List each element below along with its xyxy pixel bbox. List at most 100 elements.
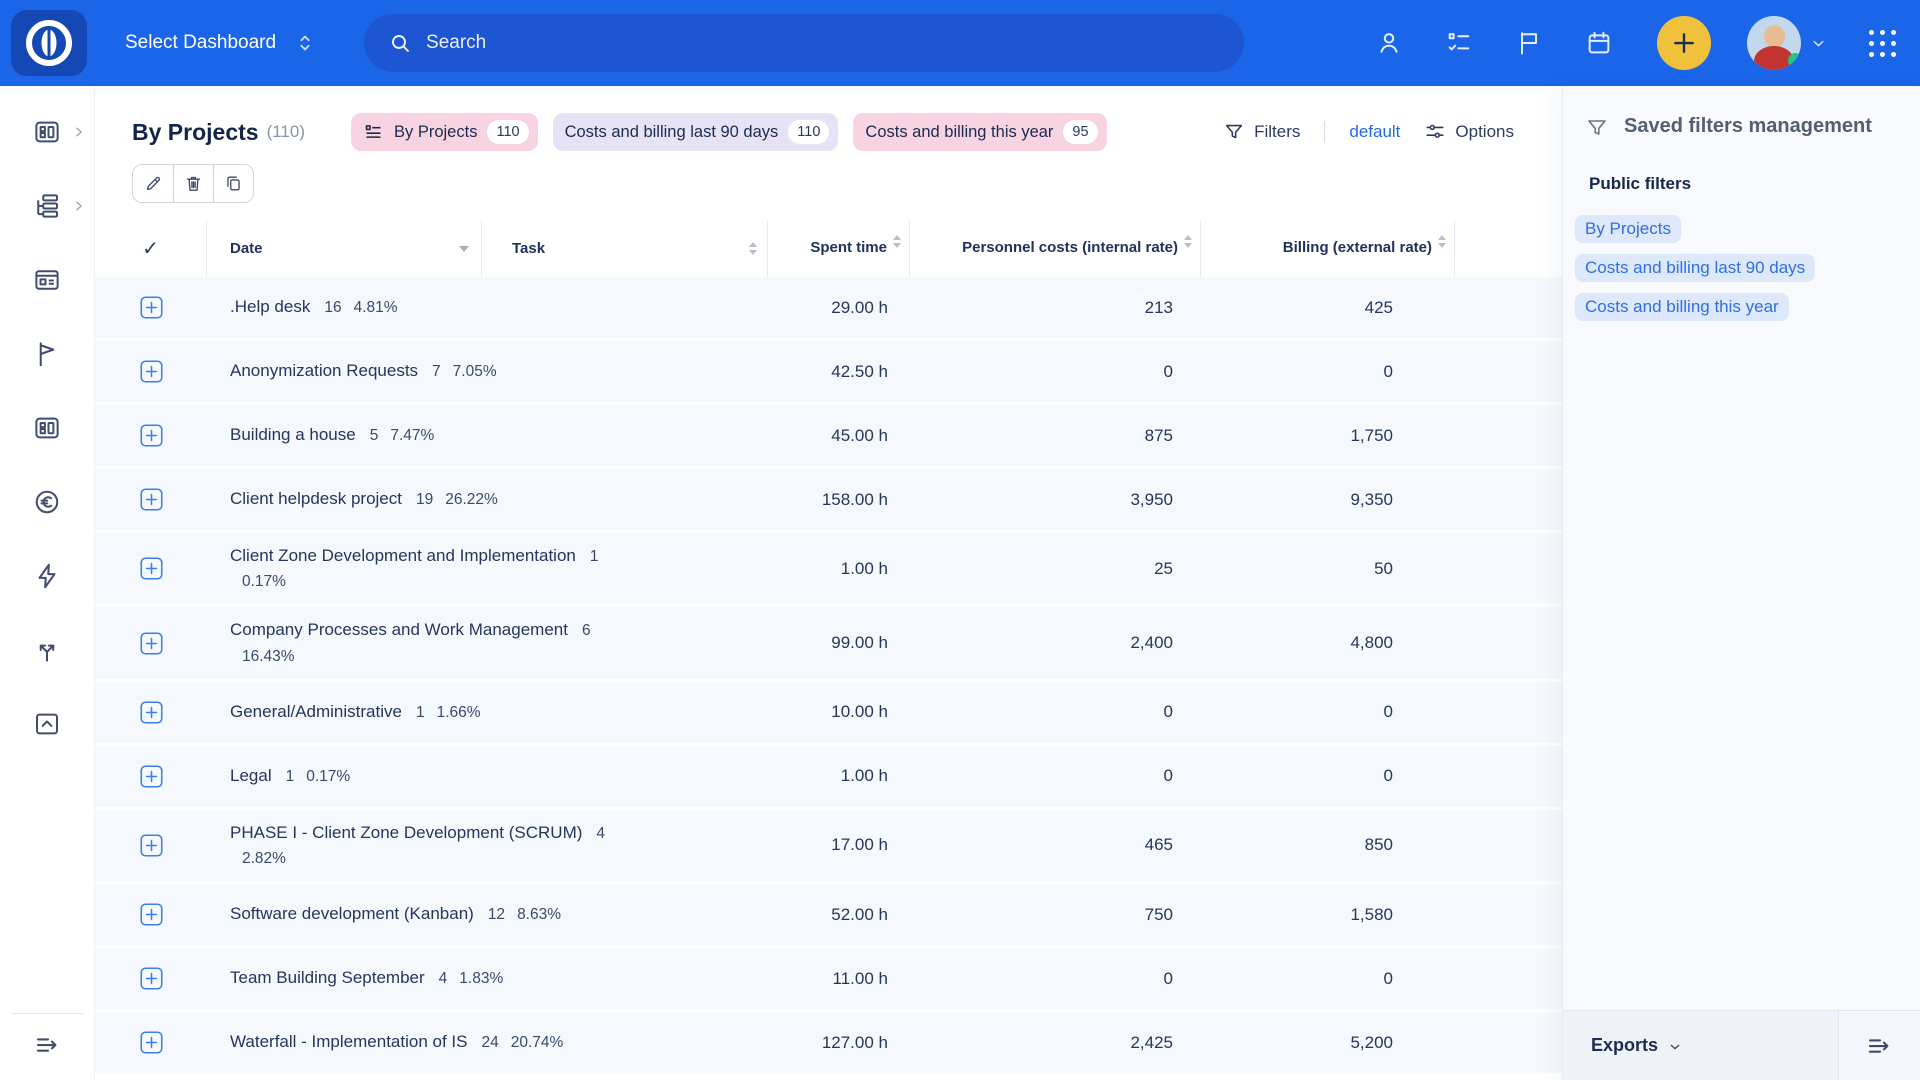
saved-filter-link-by-projects[interactable]: By Projects xyxy=(1575,215,1681,243)
sidebar-expand-button[interactable] xyxy=(0,1020,95,1070)
sort-icon[interactable] xyxy=(893,235,901,248)
expand-row-button[interactable] xyxy=(140,701,163,724)
project-name-cell[interactable]: PHASE I - Client Zone Development (SCRUM… xyxy=(207,820,768,871)
calendar-icon[interactable] xyxy=(1585,29,1613,57)
sidebar-item-milestones[interactable] xyxy=(0,317,94,391)
expand-row-button[interactable] xyxy=(140,360,163,383)
project-name[interactable]: .Help desk xyxy=(230,297,310,316)
project-name[interactable]: General/Administrative xyxy=(230,702,402,721)
options-button[interactable]: Options xyxy=(1424,121,1514,143)
project-name-cell[interactable]: Waterfall - Implementation of IS2420.74% xyxy=(207,1029,768,1055)
chevron-right-icon[interactable] xyxy=(72,126,85,139)
personnel-costs-value: 213 xyxy=(910,298,1201,318)
chevron-down-icon[interactable] xyxy=(1810,35,1827,52)
table-row[interactable]: General/Administrative11.66% 10.00 h 0 0 xyxy=(95,682,1562,746)
saved-filter-link-costs-this-year[interactable]: Costs and billing this year xyxy=(1575,293,1789,321)
project-name-cell[interactable]: Anonymization Requests77.05% xyxy=(207,358,768,384)
expand-row-button[interactable] xyxy=(140,296,163,319)
edit-button[interactable] xyxy=(133,165,173,202)
table-row[interactable]: Anonymization Requests77.05% 42.50 h 0 0 xyxy=(95,341,1562,405)
app-logo[interactable] xyxy=(11,10,87,76)
collapse-panel-button[interactable] xyxy=(1838,1011,1920,1080)
table-row[interactable]: Team Building September41.83% 11.00 h 0 … xyxy=(95,948,1562,1012)
column-header-spent-time[interactable]: Spent time xyxy=(768,220,910,277)
table-row[interactable]: Legal10.17% 1.00 h 0 0 xyxy=(95,746,1562,810)
chip-costs-this-year[interactable]: Costs and billing this year 95 xyxy=(853,113,1106,151)
expand-row-button[interactable] xyxy=(140,488,163,511)
project-name[interactable]: Team Building September xyxy=(230,968,425,987)
expand-row-button[interactable] xyxy=(140,424,163,447)
project-name-cell[interactable]: Software development (Kanban)128.63% xyxy=(207,901,768,927)
sidebar-item-finance[interactable] xyxy=(0,465,94,539)
column-header-task[interactable]: Task xyxy=(482,220,768,277)
column-header-billing[interactable]: Billing (external rate) xyxy=(1201,220,1455,277)
table-row[interactable]: Waterfall - Implementation of IS2420.74%… xyxy=(95,1012,1562,1076)
project-name[interactable]: Company Processes and Work Management xyxy=(230,620,568,639)
expand-row-button[interactable] xyxy=(140,632,163,655)
expand-row-button[interactable] xyxy=(140,1031,163,1054)
project-name-cell[interactable]: Client Zone Development and Implementati… xyxy=(207,543,768,594)
table-row[interactable]: Client Zone Development and Implementati… xyxy=(95,533,1562,607)
project-name-cell[interactable]: .Help desk164.81% xyxy=(207,294,768,320)
chip-by-projects[interactable]: By Projects 110 xyxy=(351,113,538,151)
tasks-checklist-icon[interactable] xyxy=(1445,29,1473,57)
spent-time-value: 11.00 h xyxy=(768,969,910,989)
expand-row-button[interactable] xyxy=(140,765,163,788)
project-name-cell[interactable]: Legal10.17% xyxy=(207,763,768,789)
chevron-right-icon[interactable] xyxy=(72,200,85,213)
flag-icon[interactable] xyxy=(1515,29,1543,57)
project-name[interactable]: PHASE I - Client Zone Development (SCRUM… xyxy=(230,823,582,842)
duplicate-button[interactable] xyxy=(213,165,253,202)
apps-grid-icon[interactable] xyxy=(1869,30,1896,57)
user-menu[interactable] xyxy=(1747,16,1827,70)
column-header-date[interactable]: Date xyxy=(207,220,482,277)
table-row[interactable]: Client helpdesk project1926.22% 158.00 h… xyxy=(95,469,1562,533)
table-row[interactable]: Software development (Kanban)128.63% 52.… xyxy=(95,884,1562,948)
sidebar-item-reports[interactable] xyxy=(0,391,94,465)
project-name-cell[interactable]: Client helpdesk project1926.22% xyxy=(207,486,768,512)
table-row[interactable]: PHASE I - Client Zone Development (SCRUM… xyxy=(95,810,1562,884)
add-new-button[interactable] xyxy=(1657,16,1711,70)
chip-costs-90-days[interactable]: Costs and billing last 90 days 110 xyxy=(553,113,839,151)
expand-row-button[interactable] xyxy=(140,967,163,990)
delete-button[interactable] xyxy=(173,165,213,202)
sidebar-item-structure[interactable] xyxy=(0,169,94,243)
table-row[interactable]: Company Processes and Work Management616… xyxy=(95,607,1562,681)
project-name[interactable]: Waterfall - Implementation of IS xyxy=(230,1032,467,1051)
contacts-icon[interactable] xyxy=(1375,29,1403,57)
sidebar-item-workflow[interactable] xyxy=(0,613,94,687)
dashboard-selector[interactable]: Select Dashboard xyxy=(125,32,316,54)
search-input[interactable] xyxy=(426,32,1244,54)
expand-row-button[interactable] xyxy=(140,557,163,580)
project-name[interactable]: Building a house xyxy=(230,425,356,444)
saved-filter-link-costs-90-days[interactable]: Costs and billing last 90 days xyxy=(1575,254,1815,282)
sort-icon[interactable] xyxy=(749,242,757,255)
project-name[interactable]: Software development (Kanban) xyxy=(230,904,474,923)
exports-button[interactable]: Exports xyxy=(1563,1011,1838,1080)
sidebar-item-dashboards[interactable] xyxy=(0,95,94,169)
project-name-cell[interactable]: Company Processes and Work Management616… xyxy=(207,617,768,668)
sidebar-item-automations[interactable] xyxy=(0,539,94,613)
table-row[interactable]: Building a house57.47% 45.00 h 875 1,750 xyxy=(95,405,1562,469)
table-row[interactable]: .Help desk164.81% 29.00 h 213 425 xyxy=(95,277,1562,341)
project-name-cell[interactable]: Team Building September41.83% xyxy=(207,965,768,991)
column-header-personnel-costs[interactable]: Personnel costs (internal rate) xyxy=(910,220,1201,277)
select-all-checkbox[interactable]: ✓ xyxy=(95,220,207,277)
filters-button[interactable]: Filters xyxy=(1223,121,1300,143)
search-bar[interactable] xyxy=(364,14,1244,72)
sort-icon[interactable] xyxy=(1184,235,1192,248)
project-name[interactable]: Legal xyxy=(230,766,272,785)
project-name-cell[interactable]: General/Administrative11.66% xyxy=(207,699,768,725)
avatar[interactable] xyxy=(1747,16,1801,70)
dropdown-arrow-icon[interactable] xyxy=(459,246,469,252)
sidebar-item-boards[interactable] xyxy=(0,243,94,317)
sort-icon[interactable] xyxy=(1438,235,1446,248)
project-name[interactable]: Client helpdesk project xyxy=(230,489,402,508)
project-name[interactable]: Anonymization Requests xyxy=(230,361,418,380)
expand-row-button[interactable] xyxy=(140,834,163,857)
project-name[interactable]: Client Zone Development and Implementati… xyxy=(230,546,576,565)
sidebar-item-export[interactable] xyxy=(0,687,94,761)
project-name-cell[interactable]: Building a house57.47% xyxy=(207,422,768,448)
expand-row-button[interactable] xyxy=(140,903,163,926)
default-filter-link[interactable]: default xyxy=(1349,122,1400,142)
